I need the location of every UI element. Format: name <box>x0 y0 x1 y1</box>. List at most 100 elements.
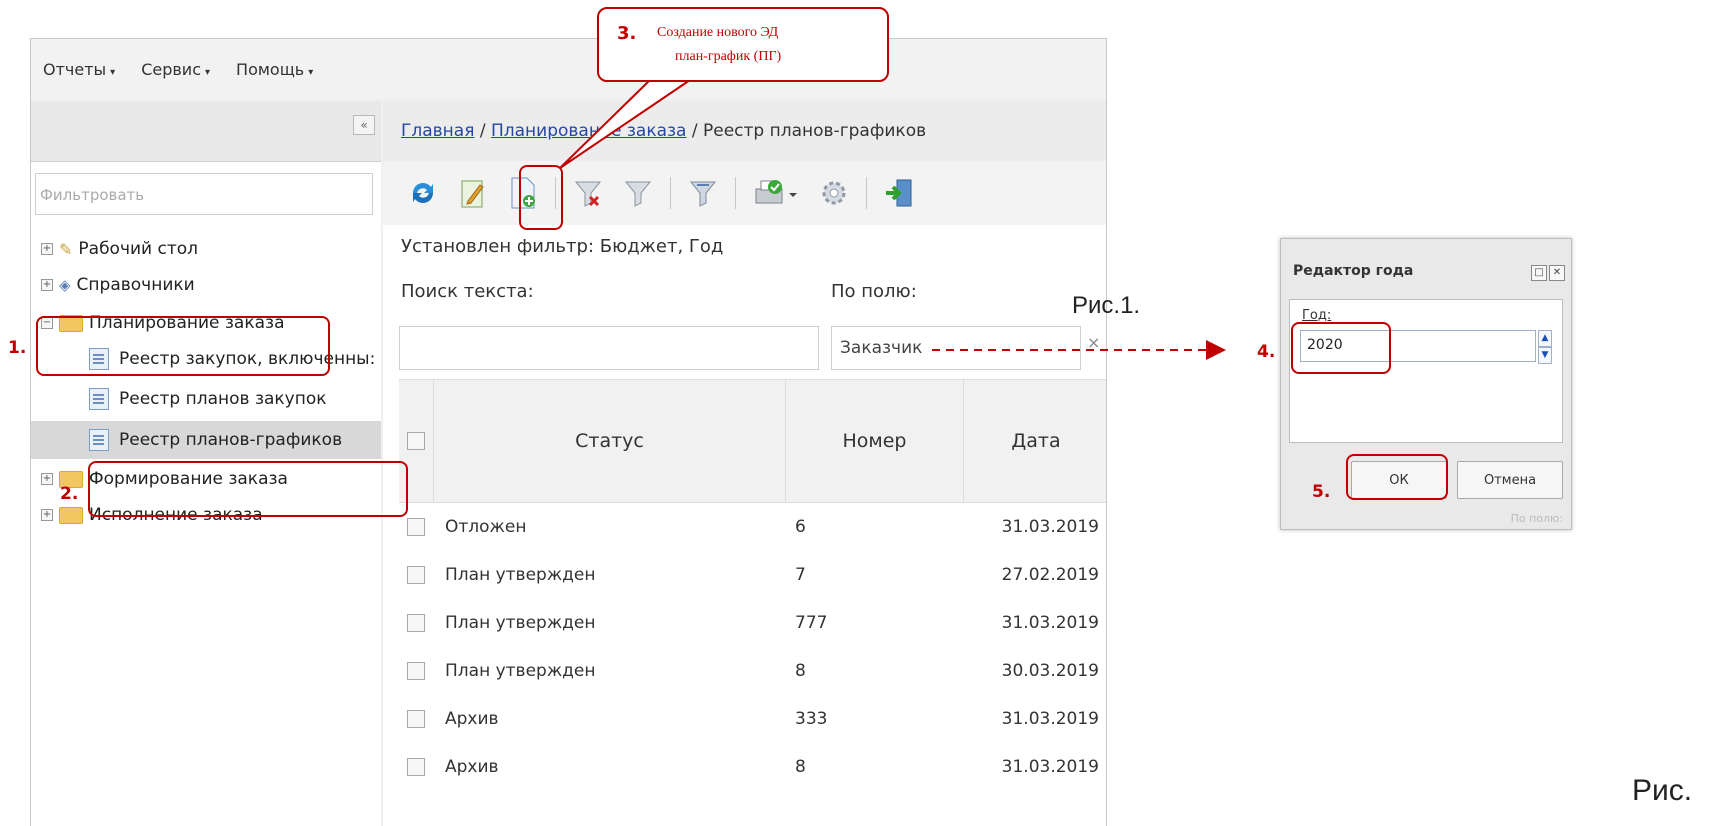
table-row[interactable]: План утвержден 777 31.03.2019 <box>399 599 1106 647</box>
cancel-button[interactable]: Отмена <box>1457 461 1563 499</box>
tree-item-directories[interactable]: + ◈ Справочники <box>41 269 195 301</box>
edit-icon[interactable] <box>455 175 491 211</box>
step2-number: 2. <box>60 484 79 504</box>
expand-icon[interactable]: + <box>41 279 53 291</box>
breadcrumb-separator: / <box>474 121 491 141</box>
step1-highlight <box>36 316 330 376</box>
cell-number: 8 <box>795 757 806 777</box>
column-header-status[interactable]: Статус <box>433 380 785 502</box>
chevron-down-icon: ▾ <box>110 66 116 78</box>
tree-item-procurement-plans[interactable]: Реестр планов закупок <box>89 383 327 415</box>
cell-date: 31.03.2019 <box>1001 517 1099 537</box>
search-label: Поиск текста: <box>401 281 534 302</box>
table-row[interactable]: Архив 333 31.03.2019 <box>399 695 1106 743</box>
document-icon <box>89 388 109 410</box>
clear-icon[interactable]: × <box>1087 333 1100 352</box>
refresh-icon[interactable] <box>405 175 441 211</box>
step1-number: 1. <box>8 338 27 358</box>
navigation-header: « <box>31 101 381 162</box>
menu-reports[interactable]: Отчеты ▾ <box>43 60 115 79</box>
column-header-date[interactable]: Дата <box>963 380 1106 502</box>
double-chevron-left-icon[interactable]: « <box>353 115 375 135</box>
cell-status: План утвержден <box>445 661 596 681</box>
figure-caption-2: Рис. <box>1632 774 1693 807</box>
settings-icon[interactable] <box>816 175 852 211</box>
step3-highlight <box>519 165 563 230</box>
year-spinner[interactable]: ▲ ▼ <box>1538 330 1552 364</box>
tree-item-schedule-plans[interactable]: Реестр планов-графиков <box>31 421 381 459</box>
cell-status: Отложен <box>445 517 527 537</box>
desktop-icon: ✎ <box>59 239 73 259</box>
spin-down-icon[interactable]: ▼ <box>1538 347 1552 364</box>
tree-item-desktop[interactable]: + ✎ Рабочий стол <box>41 233 198 265</box>
spin-up-icon[interactable]: ▲ <box>1538 330 1552 347</box>
breadcrumb-planning-link[interactable]: Планирование заказа <box>491 121 686 141</box>
search-input[interactable] <box>399 326 819 370</box>
figure-caption-1: Рис.1. <box>1072 292 1141 319</box>
cell-number: 6 <box>795 517 806 537</box>
cell-number: 8 <box>795 661 806 681</box>
row-checkbox[interactable] <box>407 566 425 584</box>
cell-date: 31.03.2019 <box>1001 613 1099 633</box>
field-select[interactable]: Заказчик <box>831 326 1081 370</box>
breadcrumb-separator: / <box>686 121 704 141</box>
chevron-down-icon: ▾ <box>205 66 211 78</box>
dialog-title: Редактор года <box>1293 263 1414 279</box>
step3-callout: 3. Создание нового ЭД план-график (ПГ) <box>597 7 889 82</box>
cell-number: 7 <box>795 565 806 585</box>
filter-icon[interactable] <box>620 175 656 211</box>
cell-date: 30.03.2019 <box>1001 661 1099 681</box>
cell-status: Архив <box>445 757 499 777</box>
step5-highlight <box>1346 454 1448 500</box>
menu-help[interactable]: Помощь ▾ <box>236 60 313 79</box>
table-row[interactable]: Отложен 6 31.03.2019 <box>399 503 1106 551</box>
row-checkbox[interactable] <box>407 710 425 728</box>
select-all-checkbox[interactable] <box>407 432 425 450</box>
toolbar-separator <box>670 177 671 209</box>
step3-number: 3. <box>617 23 637 44</box>
tree-item-label: Справочники <box>76 275 195 295</box>
app-window: Отчеты ▾ Сервис ▾ Помощь ▾ « Фильтровать + … <box>30 38 1107 826</box>
row-checkbox[interactable] <box>407 662 425 680</box>
chevron-down-icon: ▾ <box>308 66 314 78</box>
toolbar-separator <box>866 177 867 209</box>
menu-service[interactable]: Сервис ▾ <box>141 60 210 79</box>
dialog-underlying-text: По полю: <box>1510 512 1563 525</box>
row-checkbox[interactable] <box>407 614 425 632</box>
callout-text-line2: план-график (ПГ) <box>675 49 782 64</box>
maximize-icon[interactable]: □ <box>1531 265 1547 281</box>
tree-item-label: Реестр планов закупок <box>119 389 327 409</box>
breadcrumb: Главная / Планирование заказа / Реестр п… <box>383 101 1106 161</box>
tree-item-label: Реестр планов-графиков <box>119 430 343 450</box>
document-icon <box>89 429 109 451</box>
field-label: По полю: <box>831 281 917 302</box>
filter-funnel-icon[interactable] <box>685 175 721 211</box>
window-controls: □ ✕ <box>1531 265 1565 281</box>
expand-icon[interactable]: + <box>41 473 53 485</box>
exit-icon[interactable] <box>881 175 917 211</box>
table-row[interactable]: Архив 8 31.03.2019 <box>399 743 1106 791</box>
expand-icon[interactable]: + <box>41 243 53 255</box>
cell-date: 31.03.2019 <box>1001 757 1099 777</box>
breadcrumb-home-link[interactable]: Главная <box>401 121 474 141</box>
year-label: Год: <box>1302 308 1332 323</box>
close-icon[interactable]: ✕ <box>1549 265 1565 281</box>
plans-grid: Статус Номер Дата Отложен 6 31.03.2019 П… <box>399 379 1106 777</box>
cell-date: 27.02.2019 <box>1001 565 1099 585</box>
row-checkbox[interactable] <box>407 518 425 536</box>
column-header-number[interactable]: Номер <box>785 380 963 502</box>
expand-icon[interactable]: + <box>41 509 53 521</box>
clear-filter-icon[interactable] <box>570 175 606 211</box>
print-icon[interactable] <box>750 175 802 211</box>
folder-icon <box>59 506 83 524</box>
content-panel: Главная / Планирование заказа / Реестр п… <box>383 101 1106 826</box>
row-checkbox[interactable] <box>407 758 425 776</box>
step4-highlight <box>1291 322 1391 374</box>
cell-status: Архив <box>445 709 499 729</box>
table-row[interactable]: План утвержден 8 30.03.2019 <box>399 647 1106 695</box>
filter-input[interactable]: Фильтровать <box>35 173 373 215</box>
toolbar <box>383 161 1106 225</box>
callout-text-line1: Создание нового ЭД <box>657 25 779 40</box>
table-row[interactable]: План утвержден 7 27.02.2019 <box>399 551 1106 599</box>
cell-date: 31.03.2019 <box>1001 709 1099 729</box>
